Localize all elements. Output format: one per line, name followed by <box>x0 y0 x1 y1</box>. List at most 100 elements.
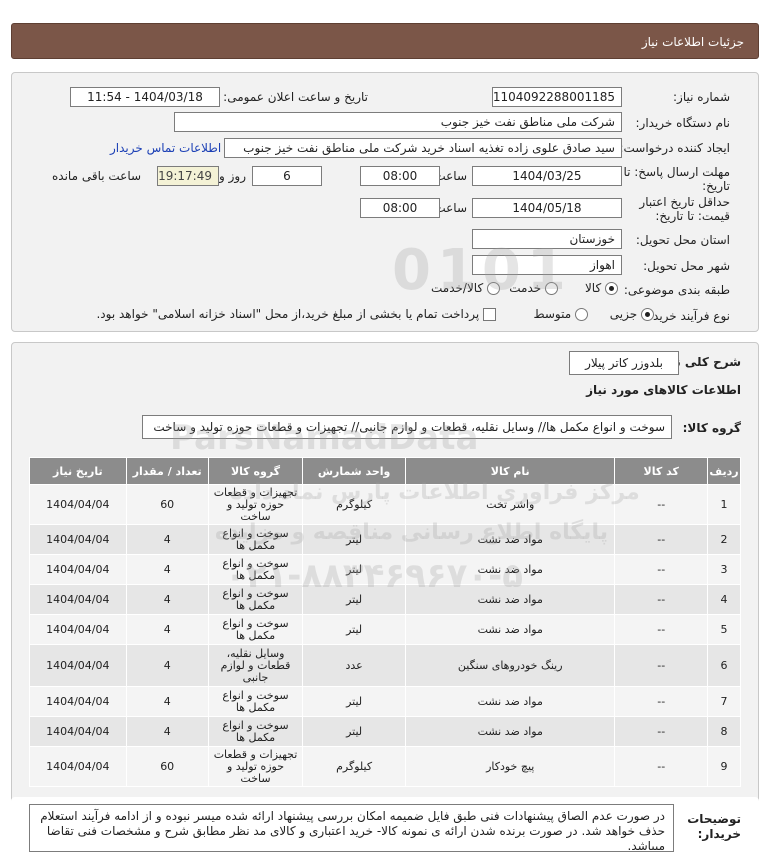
buyer-org-field: شرکت ملی مناطق نفت خیز جنوب <box>174 112 622 132</box>
radio-selected-icon[interactable] <box>605 282 618 295</box>
city-label: شهر محل تحویل: <box>643 259 730 273</box>
table-cell: 3 <box>706 554 742 585</box>
table-cell: پیچ خودکار <box>404 746 616 787</box>
contact-info-link[interactable]: اطلاعات تماس خریدار <box>110 141 221 155</box>
table-header-cell: گروه کالا <box>207 457 304 485</box>
table-cell: تجهیزات و قطعات حوزه تولید و ساخت <box>207 746 304 787</box>
table-cell: 1404/04/04 <box>29 746 127 787</box>
table-cell: واشر تخت <box>404 484 616 525</box>
table-cell: 4 <box>125 524 209 555</box>
radio-selected-icon[interactable] <box>641 308 654 321</box>
table-cell: مواد ضد نشت <box>404 524 616 555</box>
table-row: 4 -- مواد ضد نشت لیتر سوخت و انواع مکمل ها 4 1… <box>29 584 742 615</box>
deadline-label-2: تاریخ: <box>702 179 730 193</box>
table-header-cell: کد کالا <box>614 457 708 485</box>
announce-field: 1404/03/18 - 11:54 <box>70 87 220 107</box>
table-cell: -- <box>614 746 708 787</box>
validity-time-field: 08:00 <box>360 198 440 218</box>
table-header-cell: واحد شمارش <box>302 457 406 485</box>
table-cell: 1404/04/04 <box>29 614 127 645</box>
table-cell: سوخت و انواع مکمل ها <box>207 554 304 585</box>
checkbox-icon[interactable] <box>483 308 496 321</box>
table-cell: -- <box>614 484 708 525</box>
buyer-org-label: نام دستگاه خریدار: <box>635 116 731 130</box>
table-cell: 1404/04/04 <box>29 524 127 555</box>
remaining-label: ساعت باقی مانده <box>52 169 142 183</box>
need-number-label: شماره نیاز: <box>673 90 730 104</box>
table-row: 2 -- مواد ضد نشت لیتر سوخت و انواع مکمل ها 4 1… <box>29 524 742 555</box>
radio-icon[interactable] <box>545 282 558 295</box>
table-cell: 1 <box>706 484 742 525</box>
table-cell: -- <box>614 644 708 687</box>
table-cell: -- <box>614 524 708 555</box>
category-option-goods[interactable]: کالا <box>585 281 618 295</box>
table-row: 9 -- پیچ خودکار کیلوگرم تجهیزات و قطعات حوزه… <box>29 746 742 787</box>
process-option-minor[interactable]: جزیی <box>610 307 654 321</box>
table-row: 3 -- مواد ضد نشت لیتر سوخت و انواع مکمل ها 4 1… <box>29 554 742 585</box>
table-cell: لیتر <box>302 716 406 747</box>
table-cell: مواد ضد نشت <box>404 554 616 585</box>
table-cell: مواد ضد نشت <box>404 614 616 645</box>
deadline-label-1: مهلت ارسال پاسخ: تا <box>623 165 730 179</box>
process-label: نوع فرآیند خرید : <box>645 309 730 323</box>
table-cell: 1404/04/04 <box>29 554 127 585</box>
table-header-cell: تعداد / مقدار <box>125 457 209 485</box>
goods-group-label: گروه کالا: <box>682 421 741 435</box>
table-body: 1 -- واشر تخت کیلوگرم تجهیزات و قطعات حوزه ت… <box>29 484 742 787</box>
remaining-time-field: 19:17:49 <box>157 166 219 186</box>
radio-icon[interactable] <box>487 282 500 295</box>
table-cell: -- <box>614 686 708 717</box>
table-cell: 7 <box>706 686 742 717</box>
table-cell: 1404/04/04 <box>29 484 127 525</box>
table-cell: -- <box>614 584 708 615</box>
table-cell: 5 <box>706 614 742 645</box>
table-cell: 4 <box>706 584 742 615</box>
table-cell: 1404/04/04 <box>29 686 127 717</box>
table-cell: لیتر <box>302 614 406 645</box>
table-cell: مواد ضد نشت <box>404 584 616 615</box>
page-header: جزئیات اطلاعات نیاز <box>11 23 759 59</box>
table-cell: 4 <box>125 584 209 615</box>
days-label: روز و <box>219 169 246 183</box>
city-field: اهواز <box>472 255 622 275</box>
table-cell: 4 <box>125 686 209 717</box>
table-cell: عدد <box>302 644 406 687</box>
table-cell: 4 <box>125 614 209 645</box>
province-label: استان محل تحویل: <box>635 233 730 247</box>
table-header-cell: نام کالا <box>404 457 616 485</box>
table-header-cell: ردیف <box>706 457 742 485</box>
table-cell: 4 <box>125 716 209 747</box>
table-cell: سوخت و انواع مکمل ها <box>207 716 304 747</box>
table-cell: مواد ضد نشت <box>404 686 616 717</box>
page-title: جزئیات اطلاعات نیاز <box>641 35 744 49</box>
table-cell: لیتر <box>302 584 406 615</box>
goods-table: ردیف کد کالا نام کالا واحد شمارش گروه کالا تع… <box>29 457 742 787</box>
table-cell: کیلوگرم <box>302 746 406 787</box>
category-label: طبقه بندی موضوعی: <box>623 283 730 297</box>
table-cell: تجهیزات و قطعات حوزه تولید و ساخت <box>207 484 304 525</box>
table-cell: لیتر <box>302 524 406 555</box>
process-option-medium[interactable]: متوسط <box>533 307 588 321</box>
category-option-goods-service[interactable]: کالا/خدمت <box>431 281 500 295</box>
table-cell: 1404/04/04 <box>29 716 127 747</box>
creator-label: ایجاد کننده درخواست: <box>619 141 730 155</box>
table-header-row: ردیف کد کالا نام کالا واحد شمارش گروه کالا تع… <box>29 457 742 485</box>
table-cell: 6 <box>706 644 742 687</box>
days-field: 6 <box>252 166 322 186</box>
radio-icon[interactable] <box>575 308 588 321</box>
table-cell: رینگ خودروهای سنگین <box>404 644 616 687</box>
notes-label-1: توضیحات <box>687 812 741 826</box>
table-row: 6 -- رینگ خودروهای سنگین عدد وسایل نقلیه، قط… <box>29 644 742 687</box>
creator-field: سید صادق علوی زاده تغذیه اسناد خرید شرکت… <box>224 138 622 158</box>
table-row: 5 -- مواد ضد نشت لیتر سوخت و انواع مکمل ها 4 1… <box>29 614 742 645</box>
treasury-payment-option[interactable]: پرداخت تمام یا بخشی از مبلغ خرید،از محل … <box>96 307 496 321</box>
table-cell: 4 <box>125 644 209 687</box>
table-cell: سوخت و انواع مکمل ها <box>207 614 304 645</box>
province-field: خوزستان <box>472 229 622 249</box>
table-cell: لیتر <box>302 686 406 717</box>
validity-label-2: قیمت: تا تاریخ: <box>655 209 730 223</box>
category-option-service[interactable]: خدمت <box>509 281 558 295</box>
table-cell: کیلوگرم <box>302 484 406 525</box>
table-cell: 4 <box>125 554 209 585</box>
table-cell: 2 <box>706 524 742 555</box>
